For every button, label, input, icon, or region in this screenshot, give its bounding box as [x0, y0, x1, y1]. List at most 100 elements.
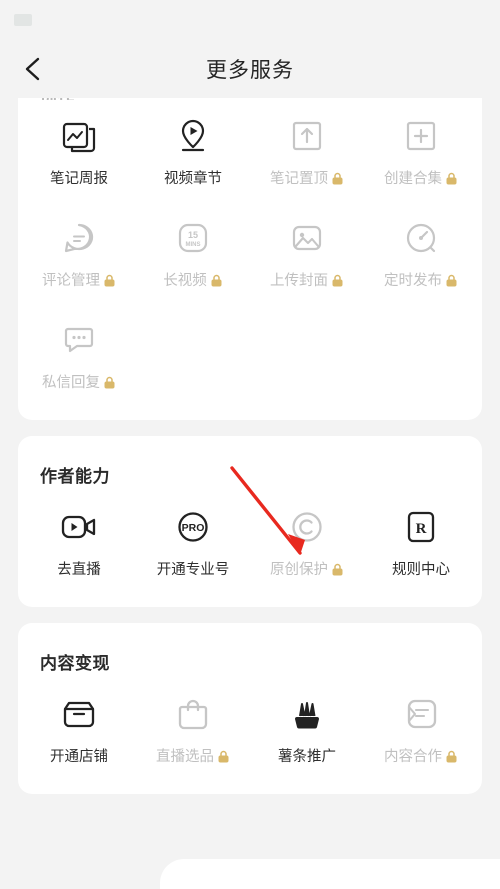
- service-grid: 笔记周报 视频章节 笔记置顶 创建合集 评论管理 15 MINS 长视频 上传封…: [22, 100, 478, 406]
- service-item-live-stream[interactable]: 去直播: [22, 491, 136, 593]
- section-title: 作者能力: [40, 467, 110, 486]
- create-collection-icon: [401, 116, 441, 156]
- service-item-dm-reply[interactable]: 私信回复: [22, 304, 136, 406]
- label-text: 评论管理: [42, 273, 100, 289]
- label-text: 开通店铺: [50, 749, 108, 765]
- service-label: 原创保护: [270, 558, 344, 579]
- content-cooperation-icon: [401, 694, 441, 734]
- service-label: 内容合作: [384, 745, 458, 766]
- label-text: 私信回复: [42, 375, 100, 391]
- service-label: 笔记置顶: [270, 167, 344, 188]
- note-report-icon: [59, 116, 99, 156]
- label-text: 薯条推广: [278, 749, 336, 765]
- phone-screen: 更多服务 创作 笔记周报: [0, 0, 500, 889]
- label-text: 长视频: [163, 273, 207, 289]
- service-grid: 开通店铺 直播选品 薯条推广 内容合作: [22, 678, 478, 780]
- label-text: 原创保护: [270, 562, 328, 578]
- lock-icon: [210, 274, 223, 287]
- comment-manage-icon: [59, 218, 99, 258]
- service-label: 规则中心: [392, 558, 450, 579]
- lock-icon: [331, 563, 344, 576]
- navigation-bar: 更多服务: [0, 40, 500, 98]
- service-item-rule-center[interactable]: R 规则中心: [364, 491, 478, 593]
- promotion-boost-icon: [287, 694, 327, 734]
- long-video-15mins-icon: 15 MINS: [173, 218, 213, 258]
- section-card-creation: 创作 笔记周报: [18, 98, 482, 420]
- service-label: 上传封面: [270, 269, 344, 290]
- service-item-content-cooperation[interactable]: 内容合作: [364, 678, 478, 780]
- label-text: 去直播: [57, 562, 101, 578]
- pro-account-icon: PRO: [173, 507, 213, 547]
- label-text: 直播选品: [156, 749, 214, 765]
- service-label: 直播选品: [156, 745, 230, 766]
- service-label: 开通专业号: [157, 558, 230, 579]
- lock-icon: [331, 274, 344, 287]
- service-label: 创建合集: [384, 167, 458, 188]
- svg-text:15: 15: [188, 230, 198, 240]
- label-text: 规则中心: [392, 562, 450, 578]
- lock-icon: [445, 750, 458, 763]
- service-item-pro-account[interactable]: PRO 开通专业号: [136, 491, 250, 593]
- label-text: 笔记置顶: [270, 171, 328, 187]
- label-text: 定时发布: [384, 273, 442, 289]
- video-chapter-icon: [173, 116, 213, 156]
- svg-text:PRO: PRO: [182, 522, 205, 534]
- back-button[interactable]: [16, 52, 50, 86]
- upload-cover-icon: [287, 218, 327, 258]
- service-label: 薯条推广: [278, 745, 336, 766]
- label-text: 视频章节: [164, 171, 222, 187]
- service-item-create-collection[interactable]: 创建合集: [364, 100, 478, 202]
- bottom-sheet-edge: [0, 853, 500, 889]
- service-label: 视频章节: [164, 167, 222, 188]
- lock-icon: [103, 376, 116, 389]
- page-title: 更多服务: [206, 59, 294, 82]
- service-item-live-product-selection[interactable]: 直播选品: [136, 678, 250, 780]
- lock-icon: [445, 172, 458, 185]
- service-item-video-chapter[interactable]: 视频章节: [136, 100, 250, 202]
- service-item-pin-note[interactable]: 笔记置顶: [250, 100, 364, 202]
- status-bar: [0, 0, 500, 40]
- pin-note-icon: [287, 116, 327, 156]
- section-title: 内容变现: [40, 654, 110, 673]
- label-text: 创建合集: [384, 171, 442, 187]
- service-item-open-shop[interactable]: 开通店铺: [22, 678, 136, 780]
- service-item-upload-cover[interactable]: 上传封面: [250, 202, 364, 304]
- live-stream-icon: [59, 507, 99, 547]
- svg-text:MINS: MINS: [186, 242, 201, 248]
- lock-icon: [445, 274, 458, 287]
- service-item-copyright-protection[interactable]: 原创保护: [250, 491, 364, 593]
- svg-text:R: R: [416, 521, 427, 537]
- open-shop-icon: [59, 694, 99, 734]
- status-indicator: [14, 14, 32, 26]
- section-card-author-ability: 作者能力 去直播 PRO 开通专业号 原创保护 R 规则中心: [18, 436, 482, 607]
- services-scroll-area[interactable]: 创作 笔记周报: [0, 98, 500, 889]
- service-label: 私信回复: [42, 371, 116, 392]
- service-label: 定时发布: [384, 269, 458, 290]
- service-item-long-video[interactable]: 15 MINS 长视频: [136, 202, 250, 304]
- service-label: 开通店铺: [50, 745, 108, 766]
- service-item-promotion-boost[interactable]: 薯条推广: [250, 678, 364, 780]
- label-text: 笔记周报: [50, 171, 108, 187]
- direct-message-reply-icon: [59, 320, 99, 360]
- service-item-note-report[interactable]: 笔记周报: [22, 100, 136, 202]
- service-label: 评论管理: [42, 269, 116, 290]
- section-card-monetization: 内容变现 开通店铺 直播选品 薯条推广 内容合作: [18, 623, 482, 794]
- label-text: 上传封面: [270, 273, 328, 289]
- service-label: 长视频: [163, 269, 223, 290]
- service-grid: 去直播 PRO 开通专业号 原创保护 R 规则中心: [22, 491, 478, 593]
- lock-icon: [217, 750, 230, 763]
- chevron-left-icon: [22, 56, 44, 82]
- lock-icon: [331, 172, 344, 185]
- service-label: 去直播: [57, 558, 101, 579]
- rule-center-icon: R: [401, 507, 441, 547]
- service-item-comment-manage[interactable]: 评论管理: [22, 202, 136, 304]
- scheduled-publish-icon: [401, 218, 441, 258]
- lock-icon: [103, 274, 116, 287]
- label-text: 开通专业号: [156, 562, 230, 578]
- live-product-selection-icon: [173, 694, 213, 734]
- service-item-scheduled-publish[interactable]: 定时发布: [364, 202, 478, 304]
- service-label: 笔记周报: [50, 167, 108, 188]
- copyright-protection-icon: [287, 507, 327, 547]
- label-text: 内容合作: [384, 749, 442, 765]
- bottom-sheet-corner: [160, 859, 500, 889]
